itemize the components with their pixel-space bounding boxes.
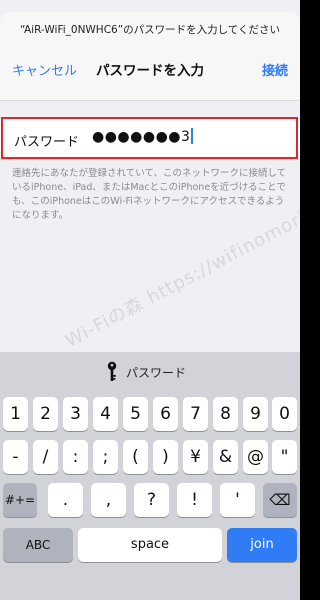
key-9[interactable]: 9: [243, 397, 268, 431]
key-1[interactable]: 1: [3, 397, 28, 431]
key-quote[interactable]: ": [272, 440, 297, 474]
key-4[interactable]: 4: [93, 397, 118, 431]
key-3[interactable]: 3: [63, 397, 88, 431]
abc-key[interactable]: ABC: [3, 528, 73, 562]
key-symbols-shift[interactable]: #+=: [3, 483, 37, 517]
join-button[interactable]: 接続: [262, 60, 288, 79]
highlight-box: [1, 117, 298, 159]
key-close-paren[interactable]: ): [153, 440, 178, 474]
key-apostrophe[interactable]: ': [220, 483, 255, 517]
delete-key[interactable]: ⌫: [263, 483, 297, 517]
key-5[interactable]: 5: [123, 397, 148, 431]
backspace-icon: ⌫: [269, 491, 291, 509]
page-title: パスワードを入力: [96, 63, 204, 79]
screen: “AiR-WiFi_0NWHC6”のパスワードを入力してください キャンセル パ…: [0, 0, 300, 600]
key-semicolon[interactable]: ;: [93, 440, 118, 474]
key-6[interactable]: 6: [153, 397, 178, 431]
network-prompt: “AiR-WiFi_0NWHC6”のパスワードを入力してください: [19, 24, 281, 36]
suggestion-label: パスワード: [126, 366, 187, 380]
key-comma[interactable]: ,: [91, 483, 126, 517]
key-2[interactable]: 2: [33, 397, 58, 431]
keyboard-suggestion-bar[interactable]: パスワード: [0, 352, 300, 390]
key-yen[interactable]: ¥: [183, 440, 208, 474]
key-period[interactable]: .: [48, 483, 83, 517]
key-icon: [107, 361, 117, 381]
key-colon[interactable]: :: [63, 440, 88, 474]
key-question[interactable]: ?: [134, 483, 169, 517]
join-key[interactable]: join: [227, 528, 297, 562]
keyboard: パスワード 1 2 3 4 5 6 7 8 9 0 - / : ; ( ) ¥ …: [0, 352, 300, 600]
key-7[interactable]: 7: [183, 397, 208, 431]
space-key[interactable]: space: [78, 528, 222, 562]
description-text: 連絡先にあなたが登録されていて、このネットワークに接続しているiPhone、iP…: [12, 168, 287, 221]
key-exclamation[interactable]: !: [177, 483, 212, 517]
key-slash[interactable]: /: [33, 440, 58, 474]
key-ampersand[interactable]: &: [213, 440, 238, 474]
key-0[interactable]: 0: [272, 397, 297, 431]
nav-bar: “AiR-WiFi_0NWHC6”のパスワードを入力してください キャンセル パ…: [0, 12, 300, 101]
key-hyphen[interactable]: -: [3, 440, 28, 474]
key-8[interactable]: 8: [213, 397, 238, 431]
key-at[interactable]: @: [243, 440, 268, 474]
key-open-paren[interactable]: (: [123, 440, 148, 474]
